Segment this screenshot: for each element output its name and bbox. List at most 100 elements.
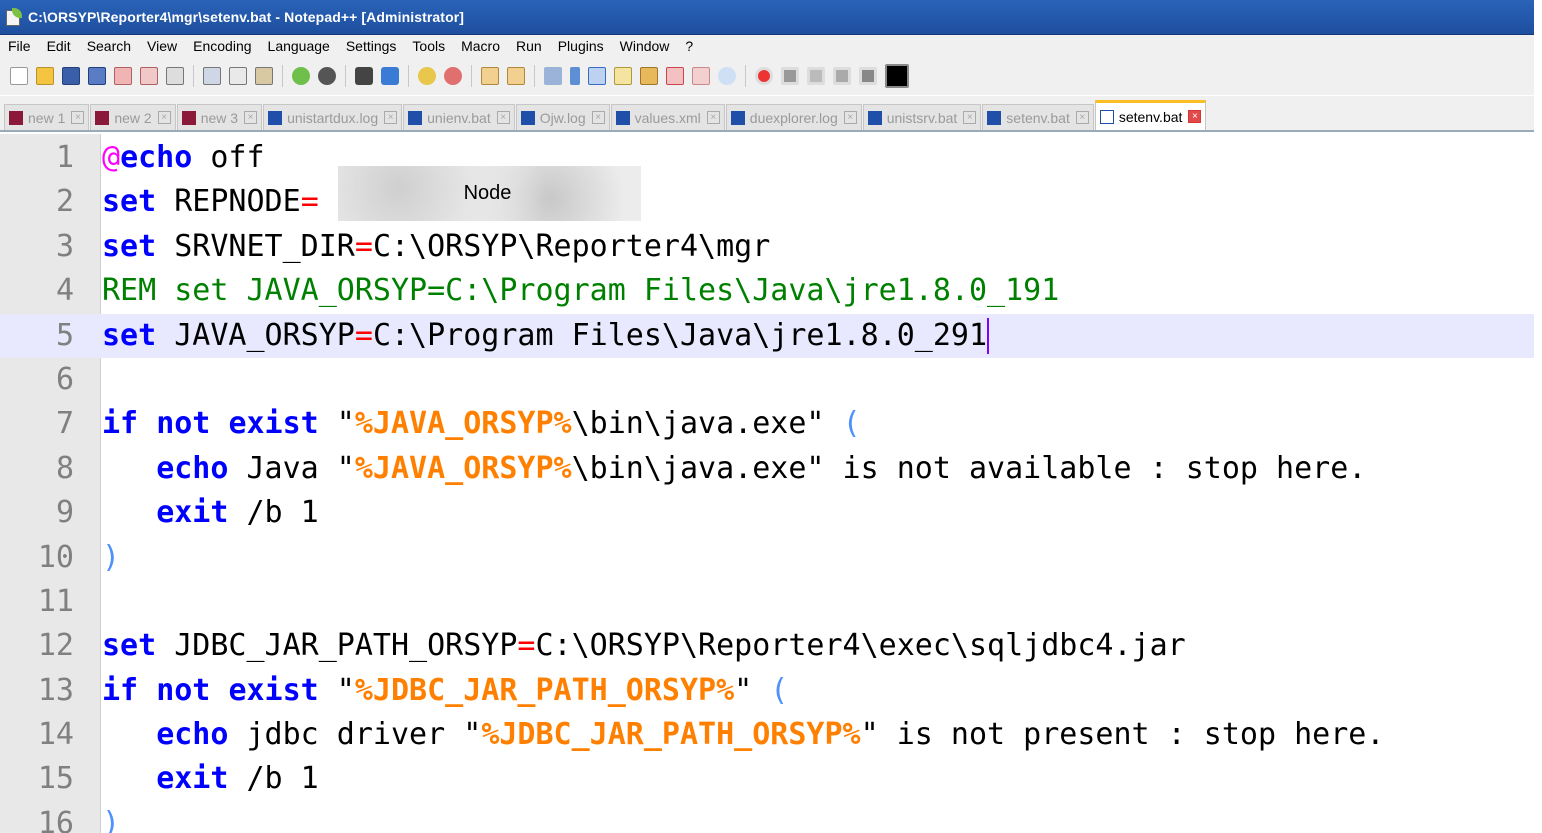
document-tab[interactable]: setenv.bat × bbox=[982, 104, 1094, 130]
close-tab-icon[interactable]: × bbox=[1188, 110, 1202, 123]
document-tab[interactable]: setenv.bat × bbox=[1094, 100, 1207, 130]
save-icon[interactable] bbox=[62, 67, 80, 85]
document-tab[interactable]: new 3 × bbox=[176, 104, 263, 130]
sync-vertical-icon[interactable] bbox=[481, 67, 499, 85]
doc-map-icon[interactable] bbox=[640, 67, 658, 85]
code-line[interactable]: 10) bbox=[0, 536, 1534, 580]
notepad-plus-plus-icon[interactable] bbox=[4, 8, 22, 26]
menu-item-settings[interactable]: Settings bbox=[338, 38, 405, 54]
document-tab[interactable]: unistsrv.bat × bbox=[862, 104, 982, 130]
code-line[interactable]: 5 set JAVA_ORSYP=C:\Program Files\Java\jr… bbox=[0, 313, 1534, 358]
close-icon[interactable] bbox=[114, 67, 132, 85]
menu-item-plugins[interactable]: Plugins bbox=[550, 38, 612, 54]
code-token: REPNODE bbox=[156, 184, 301, 220]
code-line[interactable]: 13 if not exist "%JDBC_JAR_PATH_ORSYP%" ( bbox=[0, 669, 1534, 713]
menu-item-run[interactable]: Run bbox=[508, 38, 550, 54]
code-editor[interactable]: 1 @echo off 2 set REPNODE= 3 set SRVNET_DIR=C… bbox=[0, 134, 1534, 833]
run-macro-multiple-icon[interactable] bbox=[833, 67, 851, 85]
document-tab[interactable]: unienv.bat × bbox=[403, 104, 515, 130]
code-text: echo Java "%JAVA_ORSYP%\bin\java.exe" is… bbox=[102, 447, 1366, 491]
code-line[interactable]: 12 set JDBC_JAR_PATH_ORSYP=C:\ORSYP\Repor… bbox=[0, 624, 1534, 668]
menu-item-edit[interactable]: Edit bbox=[39, 38, 79, 54]
folder-workspace-icon[interactable] bbox=[692, 67, 710, 85]
document-tab[interactable]: duexplorer.log × bbox=[725, 104, 862, 130]
zoom-out-icon[interactable] bbox=[444, 67, 462, 85]
menu-item-file[interactable]: File bbox=[0, 38, 39, 54]
document-tab[interactable]: values.xml × bbox=[610, 104, 725, 130]
code-text: set JAVA_ORSYP=C:\Program Files\Java\jre… bbox=[102, 314, 990, 358]
code-line[interactable]: 16) bbox=[0, 802, 1534, 833]
print-icon[interactable] bbox=[166, 67, 184, 85]
menu-item-encoding[interactable]: Encoding bbox=[185, 38, 259, 54]
close-tab-icon[interactable]: × bbox=[496, 111, 510, 124]
color-swatch-icon[interactable] bbox=[885, 64, 909, 88]
sync-horizontal-icon[interactable] bbox=[507, 67, 525, 85]
replace-icon[interactable] bbox=[381, 67, 399, 85]
close-tab-icon[interactable]: × bbox=[963, 111, 977, 124]
document-tab[interactable]: Ojw.log × bbox=[515, 104, 610, 130]
code-token: jdbc driver " bbox=[228, 717, 482, 753]
close-tab-icon[interactable]: × bbox=[706, 111, 720, 124]
code-line[interactable]: 11 bbox=[0, 580, 1534, 624]
file-icon bbox=[1099, 109, 1114, 124]
show-all-chars-icon[interactable] bbox=[570, 67, 580, 85]
code-line[interactable]: 9 exit /b 1 bbox=[0, 491, 1534, 535]
save-all-icon[interactable] bbox=[88, 67, 106, 85]
code-token: ) bbox=[102, 805, 121, 833]
menu-item-macro[interactable]: Macro bbox=[453, 38, 508, 54]
monitoring-icon[interactable] bbox=[718, 67, 736, 85]
zoom-in-icon[interactable] bbox=[418, 67, 436, 85]
undo-icon[interactable] bbox=[292, 67, 310, 85]
close-tab-icon[interactable]: × bbox=[244, 111, 258, 124]
menu-item-window[interactable]: Window bbox=[612, 38, 678, 54]
code-line[interactable]: 4 REM set JAVA_ORSYP=C:\Program Files\Jav… bbox=[0, 269, 1534, 313]
code-line[interactable]: 3 set SRVNET_DIR=C:\ORSYP\Reporter4\mgr bbox=[0, 225, 1534, 269]
redo-icon[interactable] bbox=[318, 67, 336, 85]
play-macro-icon[interactable] bbox=[807, 67, 825, 85]
document-tab[interactable]: unistartdux.log × bbox=[263, 104, 403, 130]
function-list-icon[interactable] bbox=[666, 67, 684, 85]
code-token: %JAVA_ORSYP% bbox=[354, 450, 572, 486]
menu-item-tools[interactable]: Tools bbox=[404, 38, 453, 54]
code-line[interactable]: 8 echo Java "%JAVA_ORSYP%\bin\java.exe" … bbox=[0, 447, 1534, 491]
paste-icon[interactable] bbox=[255, 67, 273, 85]
close-tab-icon[interactable]: × bbox=[843, 111, 857, 124]
code-token: /b 1 bbox=[228, 495, 319, 531]
menu-item-search[interactable]: Search bbox=[79, 38, 139, 54]
close-tab-icon[interactable]: × bbox=[71, 111, 85, 124]
close-tab-icon[interactable]: × bbox=[384, 111, 398, 124]
find-icon[interactable] bbox=[355, 67, 373, 85]
window-title: C:\ORSYP\Reporter4\mgr\setenv.bat - Note… bbox=[28, 9, 465, 25]
stop-macro-icon[interactable] bbox=[781, 67, 799, 85]
close-tab-icon[interactable]: × bbox=[1075, 111, 1089, 124]
code-line[interactable]: 6 bbox=[0, 358, 1534, 402]
word-wrap-icon[interactable] bbox=[544, 67, 562, 85]
menu-item-help[interactable]: ? bbox=[677, 38, 701, 54]
close-all-icon[interactable] bbox=[140, 67, 158, 85]
language-icon[interactable] bbox=[614, 67, 632, 85]
close-tab-icon[interactable]: × bbox=[157, 111, 171, 124]
menu-item-language[interactable]: Language bbox=[260, 38, 338, 54]
code-token: not bbox=[156, 406, 211, 442]
code-token: %JDBC_JAR_PATH_ORSYP% bbox=[481, 717, 861, 753]
code-line[interactable]: 15 exit /b 1 bbox=[0, 757, 1534, 801]
title-bar: C:\ORSYP\Reporter4\mgr\setenv.bat - Note… bbox=[0, 0, 1534, 35]
cut-icon[interactable] bbox=[203, 67, 221, 85]
code-token: off bbox=[192, 140, 265, 175]
copy-icon[interactable] bbox=[229, 67, 247, 85]
code-line[interactable]: 14 echo jdbc driver "%JDBC_JAR_PATH_ORSY… bbox=[0, 713, 1534, 757]
code-token: \bin\java.exe" is not available : stop h… bbox=[571, 450, 1367, 486]
code-line[interactable]: 1 @echo off bbox=[0, 136, 1534, 180]
code-line[interactable]: 7 if not exist "%JAVA_ORSYP%\bin\java.exe… bbox=[0, 402, 1534, 446]
document-tab[interactable]: new 1 × bbox=[4, 104, 90, 130]
record-macro-icon[interactable] bbox=[755, 67, 773, 85]
code-line[interactable]: 2 set REPNODE= bbox=[0, 180, 1534, 224]
menu-item-view[interactable]: View bbox=[139, 38, 185, 54]
new-file-icon[interactable] bbox=[10, 67, 28, 85]
close-tab-icon[interactable]: × bbox=[591, 111, 605, 124]
indent-guide-icon[interactable] bbox=[588, 67, 606, 85]
save-macro-icon[interactable] bbox=[859, 67, 877, 85]
open-file-icon[interactable] bbox=[36, 67, 54, 85]
document-tab[interactable]: new 2 × bbox=[90, 104, 176, 130]
code-token: if bbox=[102, 406, 139, 442]
